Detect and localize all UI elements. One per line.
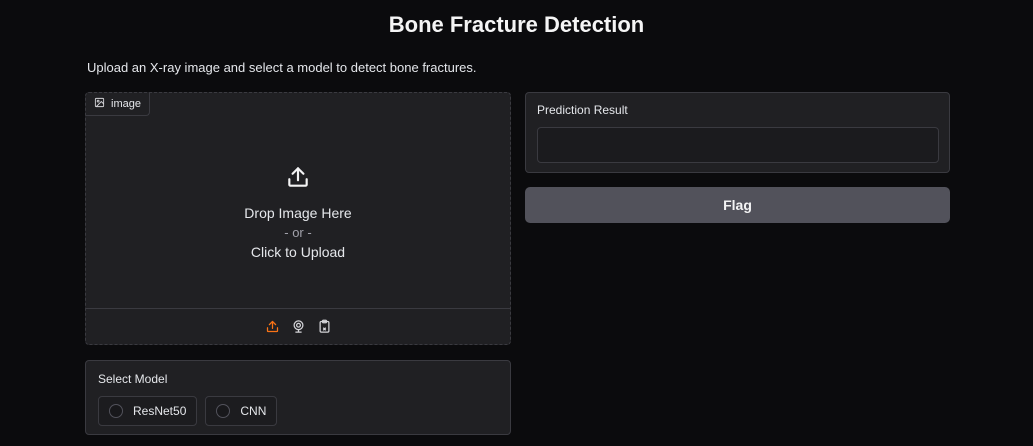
prediction-result-label: Prediction Result [537,103,628,117]
model-select-label: Select Model [98,372,168,386]
click-to-upload-text: Click to Upload [250,244,346,260]
page-title: Bone Fracture Detection [388,12,645,37]
model-select-panel: Select Model ResNet50 CNN [85,360,511,435]
image-block-label: image [86,93,150,116]
drop-image-text: Drop Image Here [244,205,352,221]
image-label-text: image [111,98,141,110]
upload-icon [285,164,311,195]
flag-button[interactable]: Flag [525,187,950,223]
model-radio-group: ResNet50 CNN [98,396,278,426]
image-drop-zone[interactable]: Drop Image Here - or - Click to Upload [86,116,510,308]
image-source-toolbar [86,308,510,344]
prediction-result-output[interactable] [537,127,939,163]
radio-circle[interactable] [216,404,231,418]
upload-source-icon[interactable] [264,319,280,335]
radio-label-cnn: CNN [240,404,267,418]
app-page: Bone Fracture Detection Upload an X-ray … [0,0,1033,446]
radio-circle[interactable] [109,404,123,418]
clipboard-icon[interactable] [316,319,332,335]
or-separator-text: - or - [284,225,312,240]
page-description: Upload an X-ray image and select a model… [87,60,477,75]
radio-option-cnn[interactable]: CNN [205,396,278,426]
prediction-result-panel: Prediction Result [525,92,950,173]
radio-label-resnet50: ResNet50 [133,404,187,418]
webcam-icon[interactable] [290,319,306,335]
image-upload-panel: image Drop Image Here - or - Click to Up… [85,92,511,345]
image-icon [94,97,105,111]
radio-option-resnet50[interactable]: ResNet50 [98,396,198,426]
